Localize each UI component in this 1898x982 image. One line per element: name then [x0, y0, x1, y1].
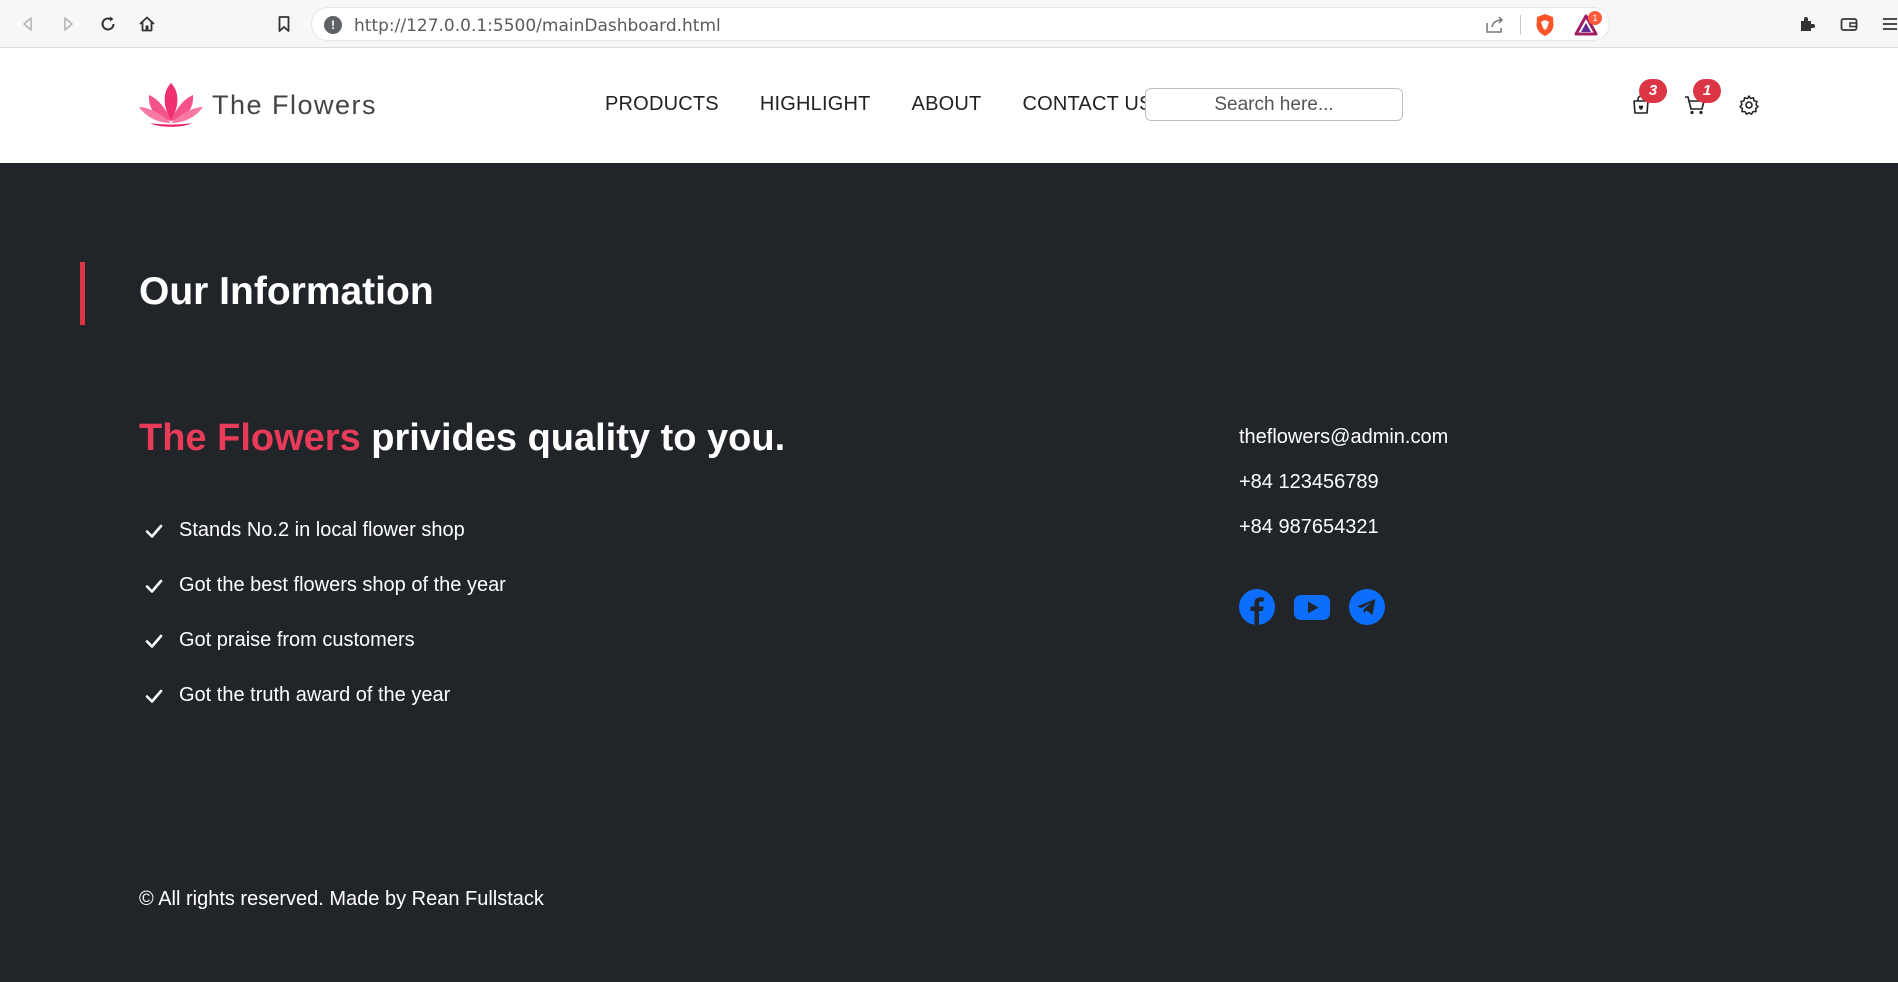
cart-button[interactable]: 1	[1683, 79, 1721, 117]
tagline: The Flowers privides quality to you.	[139, 417, 785, 460]
address-bar[interactable]: ! http://127.0.0.1:5500/mainDashboard.ht…	[311, 7, 1610, 41]
feature-item: Got the best flowers shop of the year	[145, 558, 506, 613]
feature-text: Stands No.2 in local flower shop	[179, 519, 465, 541]
settings-button[interactable]	[1737, 93, 1761, 117]
check-icon	[145, 579, 163, 593]
tagline-brand: The Flowers	[139, 417, 361, 459]
feature-text: Got the truth award of the year	[179, 684, 451, 706]
logo[interactable]: The Flowers	[138, 79, 377, 131]
contact-phone-2[interactable]: +84 987654321	[1239, 516, 1448, 561]
site-info-icon[interactable]: !	[324, 16, 342, 34]
site-header: The Flowers PRODUCTS HIGHLIGHT ABOUT CON…	[0, 49, 1898, 163]
rewards-badge: 1	[1588, 11, 1602, 25]
share-icon[interactable]	[1484, 15, 1506, 35]
browser-toolbar: ! http://127.0.0.1:5500/mainDashboard.ht…	[0, 0, 1898, 48]
check-icon	[145, 524, 163, 538]
check-icon	[145, 634, 163, 648]
main-nav: PRODUCTS HIGHLIGHT ABOUT CONTACT US	[605, 93, 1153, 116]
facebook-icon[interactable]	[1239, 589, 1275, 625]
feature-item: Got praise from customers	[145, 613, 506, 668]
logo-text: The Flowers	[212, 89, 378, 120]
shopping-bag-button[interactable]: 3	[1629, 79, 1667, 117]
bag-count-badge: 3	[1639, 79, 1667, 103]
search-input[interactable]	[1145, 88, 1403, 121]
feature-item: Got the truth award of the year	[145, 668, 506, 723]
extensions-icon[interactable]	[1793, 10, 1821, 38]
rewards-icon[interactable]: 1	[1574, 11, 1602, 36]
telegram-icon[interactable]	[1349, 589, 1385, 625]
url-text[interactable]: http://127.0.0.1:5500/mainDashboard.html	[354, 16, 721, 36]
lotus-logo-icon	[139, 83, 203, 127]
section-title: Our Information	[139, 270, 434, 313]
contact-phone-1[interactable]: +84 123456789	[1239, 471, 1448, 516]
menu-icon[interactable]	[1876, 10, 1898, 38]
nav-highlight[interactable]: HIGHLIGHT	[760, 93, 871, 116]
forward-icon[interactable]	[54, 10, 82, 38]
feature-text: Got the best flowers shop of the year	[179, 574, 506, 596]
title-accent-bar	[80, 262, 85, 325]
tagline-text: privides quality to you.	[360, 417, 786, 459]
nav-about[interactable]: ABOUT	[912, 93, 982, 116]
wallet-icon[interactable]	[1835, 10, 1863, 38]
nav-products[interactable]: PRODUCTS	[605, 93, 719, 116]
contact-info: theflowers@admin.com +84 123456789 +84 9…	[1239, 426, 1448, 561]
feature-text: Got praise from customers	[179, 629, 415, 651]
bookmark-icon[interactable]	[270, 10, 298, 38]
divider	[1520, 15, 1521, 35]
brave-shield-icon[interactable]	[1534, 13, 1556, 37]
back-icon[interactable]	[14, 10, 42, 38]
check-icon	[145, 689, 163, 703]
cart-count-badge: 1	[1693, 79, 1721, 103]
information-section: Our Information The Flowers privides qua…	[0, 163, 1898, 982]
youtube-icon[interactable]	[1294, 589, 1330, 625]
nav-contact-us[interactable]: CONTACT US	[1022, 93, 1152, 116]
social-links	[1239, 589, 1385, 625]
feature-list: Stands No.2 in local flower shop Got the…	[145, 503, 506, 723]
home-icon[interactable]	[133, 10, 161, 38]
feature-item: Stands No.2 in local flower shop	[145, 503, 506, 558]
copyright-text: © All rights reserved. Made by Rean Full…	[139, 888, 544, 910]
gear-icon	[1739, 95, 1759, 115]
reload-icon[interactable]	[94, 10, 122, 38]
contact-email[interactable]: theflowers@admin.com	[1239, 426, 1448, 471]
